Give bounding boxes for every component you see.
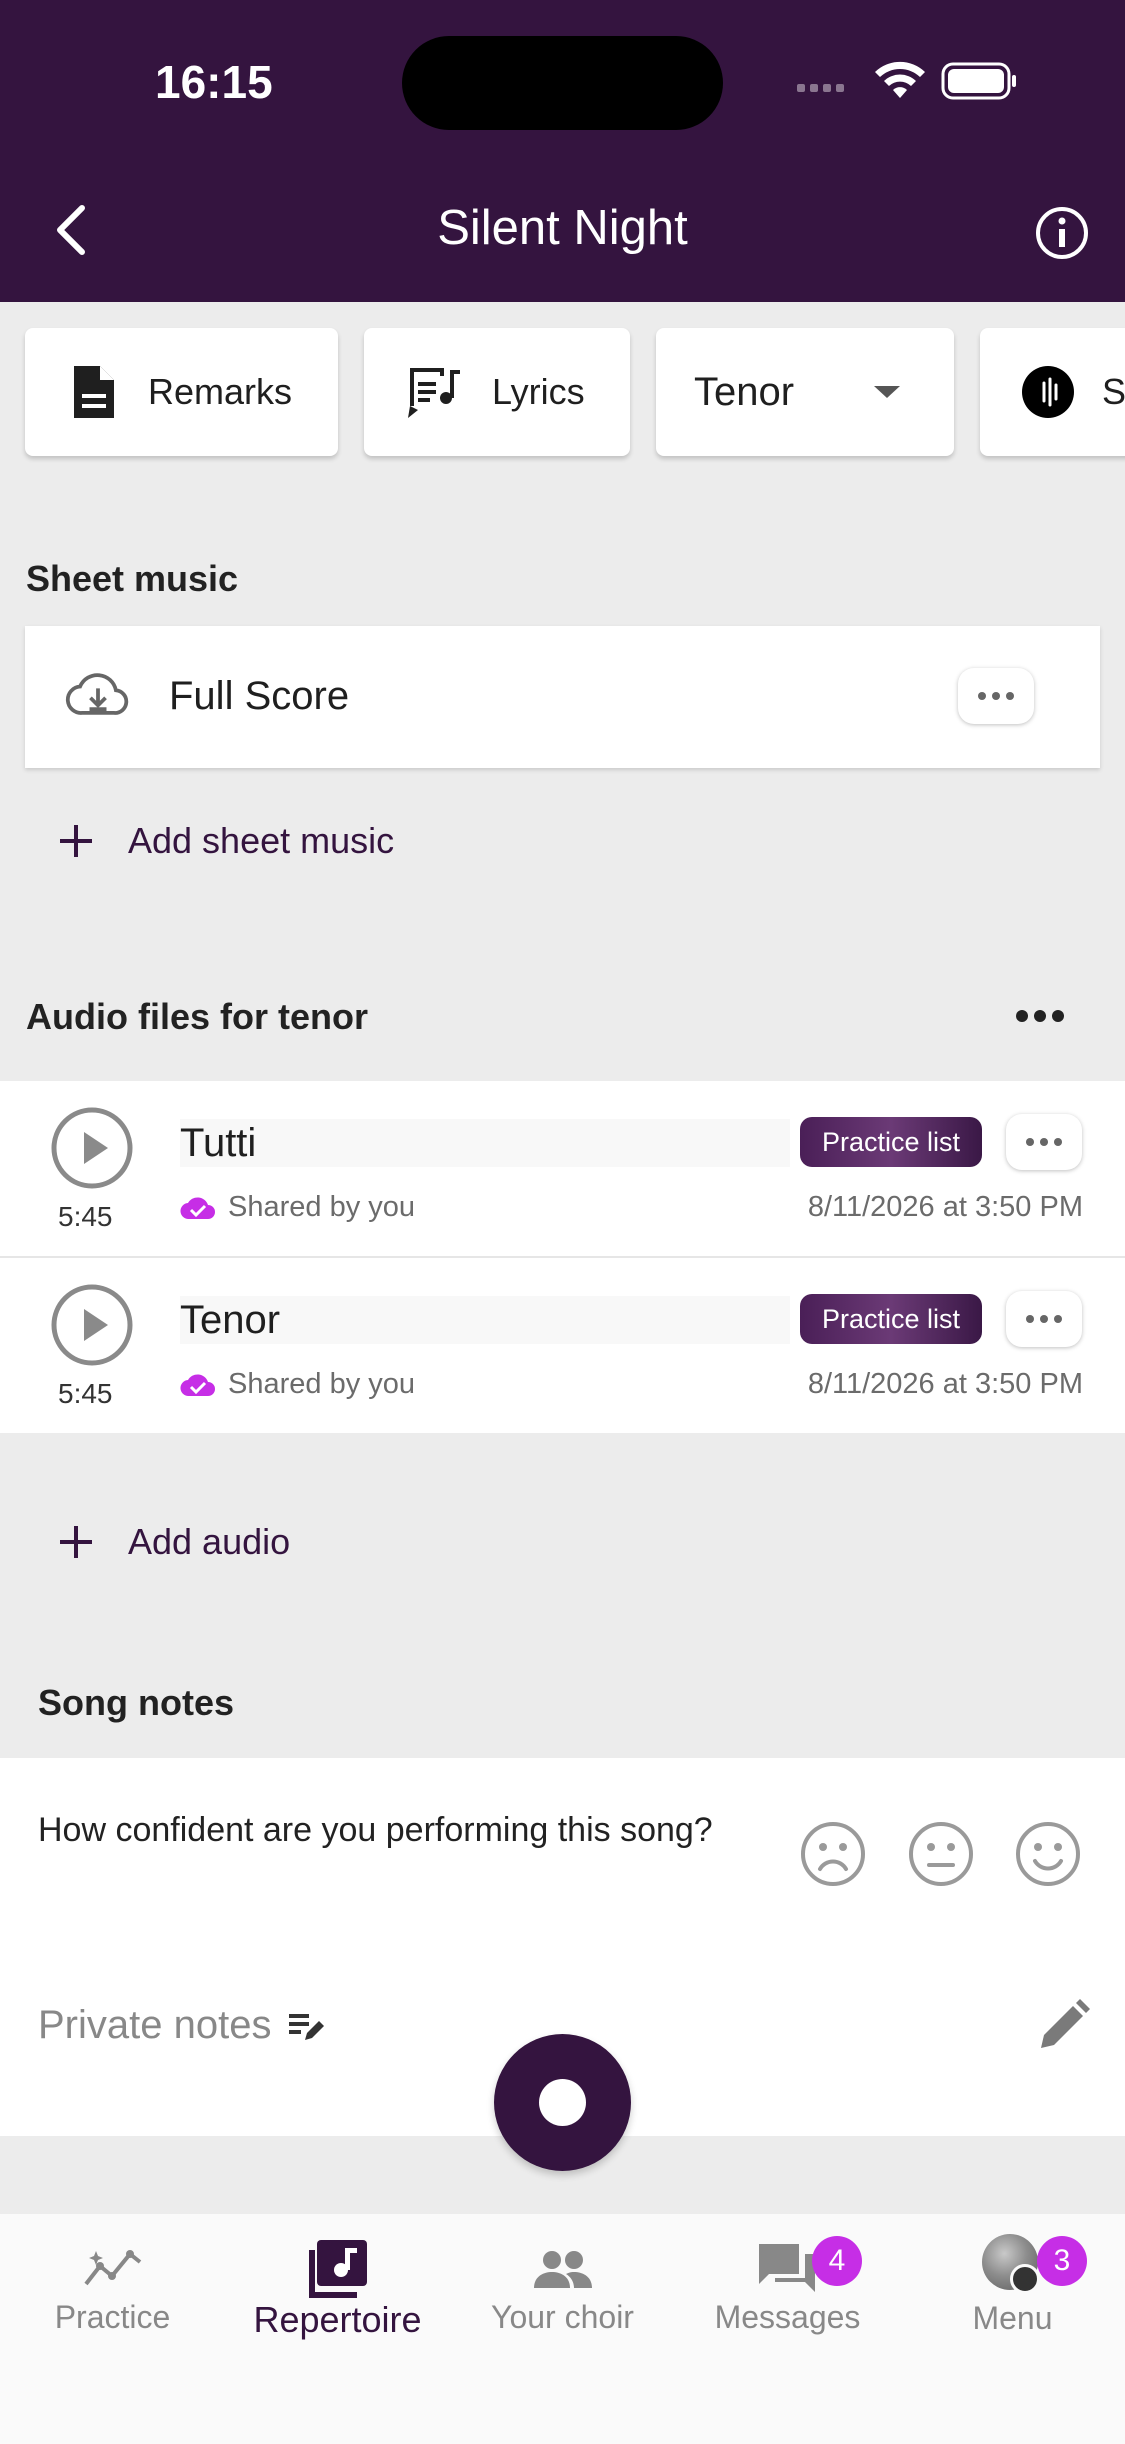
lyrics-icon: [408, 368, 460, 418]
pencil-icon[interactable]: [1035, 1998, 1091, 2054]
battery-icon: [941, 62, 1016, 100]
sheet-music-item[interactable]: Full Score: [25, 626, 1100, 768]
audio-name: Tenor: [180, 1296, 790, 1344]
play-icon[interactable]: [50, 1283, 134, 1367]
sheet-music-name: Full Score: [169, 674, 350, 718]
remarks-button[interactable]: Remarks: [25, 328, 338, 456]
remarks-label: Remarks: [148, 371, 293, 412]
voice-part-value: Tenor: [694, 369, 795, 414]
nav-item-your-choir[interactable]: Your choir: [450, 2214, 675, 2364]
nav-item-practice[interactable]: Practice: [0, 2214, 225, 2364]
chart-icon: [84, 2250, 142, 2286]
app-header: 16:15 Silent Night: [0, 0, 1125, 302]
sheet-music-more-button[interactable]: [958, 668, 1034, 724]
song-notes-heading: Song notes: [38, 1682, 234, 1723]
lyrics-button[interactable]: Lyrics: [364, 328, 630, 456]
dynamic-island: [402, 36, 723, 130]
messages-badge: 4: [812, 2236, 862, 2286]
audio-name: Tutti: [180, 1119, 790, 1167]
plus-icon: [60, 1526, 92, 1558]
nav-label-messages: Messages: [714, 2299, 861, 2335]
chat-icon: [759, 2244, 815, 2292]
private-notes-field[interactable]: Private notes: [38, 2003, 327, 2048]
nav-label-menu: Menu: [972, 2300, 1053, 2336]
nav-label-practice: Practice: [54, 2299, 171, 2335]
audio-list-item[interactable]: 5:45 Tenor Practice list Shared by you 8…: [0, 1258, 1125, 1433]
sad-face-icon[interactable]: [800, 1821, 866, 1887]
happy-face-icon[interactable]: [1015, 1821, 1081, 1887]
nav-item-repertoire[interactable]: Repertoire: [225, 2214, 450, 2364]
add-sheet-music-label: Add sheet music: [128, 820, 395, 861]
sheet-music-heading: Sheet music: [26, 558, 239, 599]
shared-label: Shared by you: [228, 1191, 416, 1223]
neutral-face-icon[interactable]: [908, 1821, 974, 1887]
record-button[interactable]: [494, 2034, 631, 2171]
music-note-icon: [309, 2240, 367, 2298]
audio-wave-icon: [1022, 366, 1074, 418]
menu-overlay-icon: [1010, 2264, 1040, 2294]
wifi-icon: [875, 61, 925, 98]
status-icons: [797, 61, 1016, 100]
audio-more-button[interactable]: [1006, 1291, 1082, 1347]
audio-more-button[interactable]: [1006, 1114, 1082, 1170]
cloud-check-icon: [180, 1196, 215, 1219]
page-title: Silent Night: [437, 201, 688, 255]
add-sheet-music-button[interactable]: Add sheet music: [56, 820, 394, 862]
plus-icon: [60, 825, 92, 857]
nav-label-your-choir: Your choir: [491, 2299, 634, 2335]
audio-duration: 5:45: [58, 1201, 113, 1232]
cloud-download-icon: [65, 673, 129, 715]
audio-date: 8/11/2026 at 3:50 PM: [807, 1368, 1083, 1400]
cloud-check-icon: [180, 1373, 215, 1396]
confidence-question: How confident are you performing this so…: [38, 1811, 713, 1849]
voice-part-select[interactable]: Tenor: [656, 328, 954, 456]
nav-label-repertoire: Repertoire: [253, 2299, 422, 2340]
lyrics-label: Lyrics: [492, 371, 585, 412]
bottom-navigation: Practice Repertoire Your choir 4 Message…: [0, 2214, 1125, 2444]
shared-status: Shared by you: [180, 1191, 415, 1224]
audio-heading: Audio files for tenor: [26, 996, 368, 1037]
shared-status: Shared by you: [180, 1368, 415, 1401]
audio-more-icon[interactable]: [1015, 1009, 1065, 1023]
menu-badge: 3: [1037, 2236, 1087, 2286]
info-icon[interactable]: [1032, 203, 1092, 263]
practice-list-badge[interactable]: Practice list: [800, 1294, 982, 1344]
status-time: 16:15: [155, 56, 273, 108]
edit-notes-icon: [289, 2013, 325, 2040]
nav-item-menu[interactable]: 3 Menu: [900, 2214, 1125, 2364]
dropdown-arrow-icon: [874, 386, 900, 398]
people-icon: [534, 2251, 592, 2288]
audio-chip-partial[interactable]: S: [980, 328, 1125, 456]
audio-duration: 5:45: [58, 1378, 113, 1409]
audio-date: 8/11/2026 at 3:50 PM: [807, 1191, 1083, 1223]
add-audio-label: Add audio: [128, 1521, 291, 1562]
add-audio-button[interactable]: Add audio: [56, 1521, 290, 1563]
practice-list-badge[interactable]: Practice list: [800, 1117, 982, 1167]
shared-label: Shared by you: [228, 1368, 416, 1400]
nav-item-messages[interactable]: 4 Messages: [675, 2214, 900, 2364]
play-icon[interactable]: [50, 1106, 134, 1190]
audio-list-item[interactable]: 5:45 Tutti Practice list Shared by you 8…: [0, 1081, 1125, 1256]
private-notes-label: Private notes: [38, 2003, 272, 2047]
signal-icon: [797, 84, 844, 92]
document-icon: [74, 366, 114, 418]
audio-chip-label: S: [1102, 371, 1125, 412]
